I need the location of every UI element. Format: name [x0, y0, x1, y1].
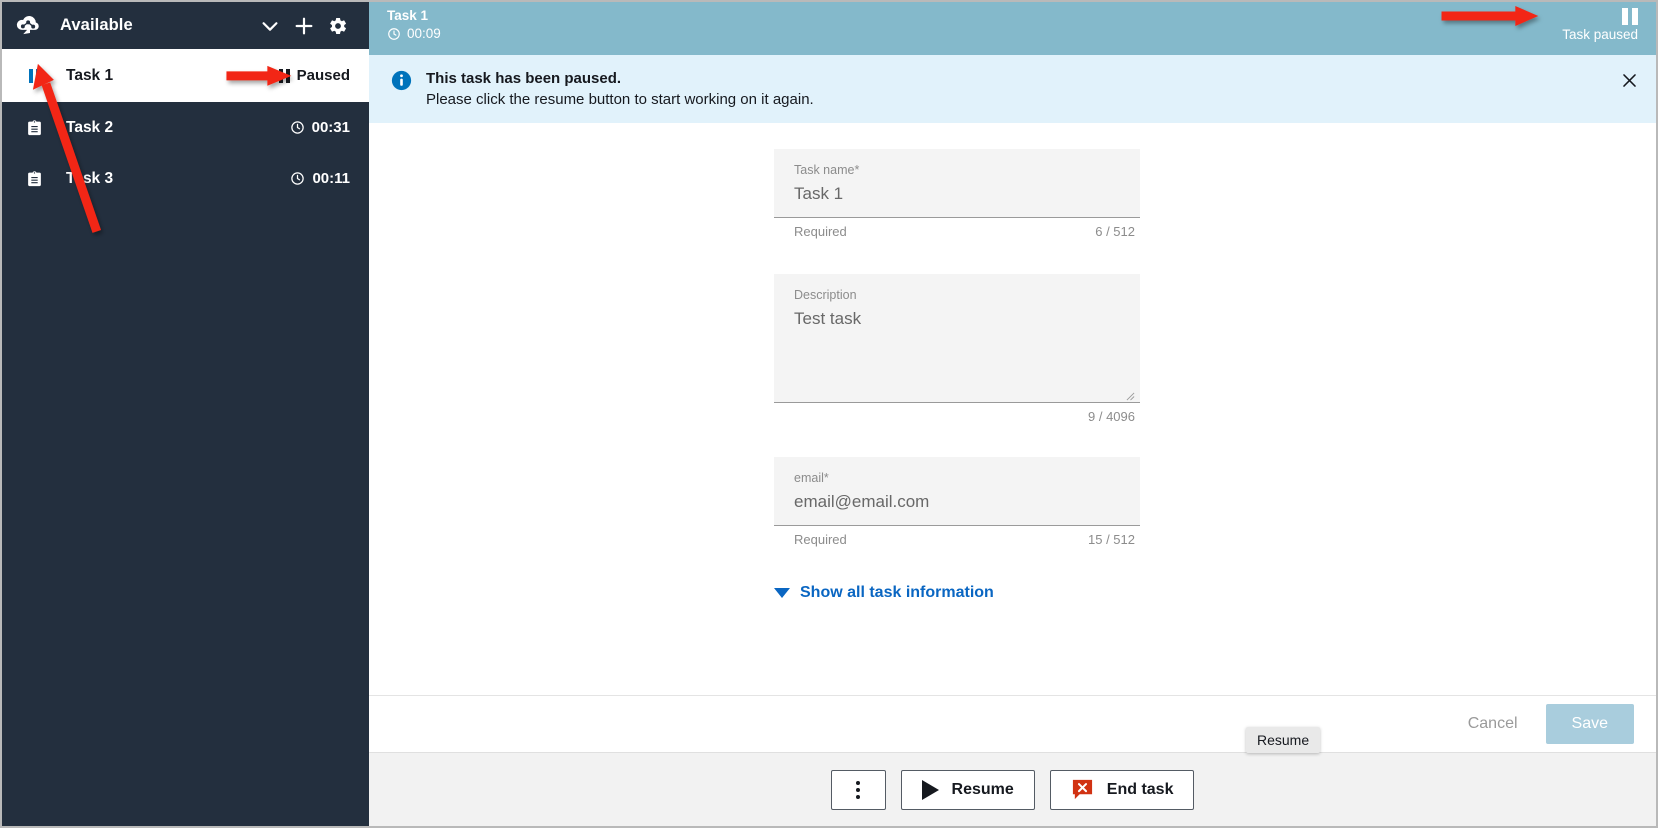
pause-icon: [278, 68, 290, 83]
resize-handle-icon[interactable]: [1126, 388, 1135, 401]
pause-icon: [22, 68, 46, 83]
resume-button-label: Resume: [951, 780, 1014, 798]
end-task-button[interactable]: End task: [1049, 769, 1195, 810]
elapsed-time-label: 00:09: [407, 26, 441, 41]
cloud-graph-logo-icon: [12, 11, 42, 41]
info-banner-title: This task has been paused.: [426, 70, 622, 87]
description-hints: 9 / 4096: [774, 403, 1140, 424]
email-hints: Required 15 / 512: [774, 526, 1140, 547]
more-actions-button[interactable]: [830, 769, 886, 810]
task-timer-label: 00:31: [311, 119, 350, 136]
task-name-required-hint: Required: [794, 224, 847, 239]
task-name-label: Task 1: [66, 66, 114, 84]
task-header-title: Task 1: [387, 8, 429, 23]
task-name-hints: Required 6 / 512: [774, 218, 1140, 239]
clock-icon: [290, 171, 305, 186]
resume-tooltip: Resume: [1246, 727, 1321, 753]
description-field[interactable]: Description Test task 9 / 4096: [774, 274, 1140, 424]
task-name-label: Task 3: [66, 169, 114, 187]
task-timer-label: 00:11: [312, 170, 350, 187]
task-name-field[interactable]: Task name* Task 1 Required 6 / 512: [774, 149, 1140, 239]
task-name-input[interactable]: Task name* Task 1: [774, 149, 1140, 218]
save-button[interactable]: Save: [1545, 704, 1634, 744]
task-list: Task 1 Paused Task 2 00:31 Task 3 00:11: [2, 49, 369, 826]
show-all-task-information-link[interactable]: Show all task information: [774, 584, 994, 602]
description-input[interactable]: Description Test task: [774, 274, 1140, 403]
task-name-counter: 6 / 512: [1095, 224, 1135, 239]
sidebar-header: Available: [2, 2, 369, 49]
action-bar: Resume Resume End task: [369, 727, 1656, 826]
task-paused-label: Task paused: [1562, 27, 1638, 42]
show-all-label: Show all task information: [800, 584, 994, 601]
info-circle-icon: [391, 70, 412, 96]
gear-icon[interactable]: [321, 9, 355, 43]
task-list-item-2[interactable]: Task 2 00:31: [2, 102, 369, 153]
task-name-label: Task name*: [794, 163, 860, 177]
caret-down-icon: [774, 588, 790, 598]
clipboard-icon: [22, 169, 46, 189]
application-window: Available Task 1 Paused Task 2 00:31 Tas…: [0, 0, 1658, 828]
plus-icon[interactable]: [287, 9, 321, 43]
task-header-status: Task paused: [1562, 7, 1638, 42]
clock-icon: [290, 120, 305, 135]
task-header-banner: Task 1 00:09 Task paused: [369, 2, 1656, 55]
field-gap: [774, 239, 1656, 274]
task-header-elapsed: 00:09: [387, 24, 441, 43]
task-name-value: Task 1: [794, 184, 844, 203]
email-required-hint: Required: [794, 532, 847, 547]
task-list-item-3[interactable]: Task 3 00:11: [2, 153, 369, 204]
kebab-menu-icon: [856, 780, 861, 799]
task-status: Paused: [278, 67, 350, 84]
end-task-icon: [1071, 778, 1094, 801]
resume-button[interactable]: Resume: [900, 769, 1035, 810]
play-icon: [921, 779, 939, 800]
agent-status-label: Available: [60, 16, 133, 34]
email-input[interactable]: email* email@email.com: [774, 457, 1140, 526]
email-counter: 15 / 512: [1088, 532, 1135, 547]
info-banner-subtitle: Please click the resume button to start …: [426, 91, 814, 108]
chevron-down-icon[interactable]: [253, 9, 287, 43]
description-counter: 9 / 4096: [1088, 409, 1135, 424]
cancel-button[interactable]: Cancel: [1452, 705, 1534, 743]
sidebar: Available Task 1 Paused Task 2 00:31 Tas…: [2, 2, 369, 826]
task-header-info: Task 1 00:09: [387, 7, 441, 43]
field-gap: [774, 424, 1656, 457]
task-status-label: Paused: [296, 67, 350, 84]
info-banner-text: This task has been paused. Please click …: [426, 68, 814, 111]
close-icon[interactable]: [1616, 67, 1642, 93]
email-value: email@email.com: [794, 492, 930, 511]
save-bar: Cancel Save: [369, 695, 1656, 752]
clock-icon: [387, 27, 401, 41]
pause-icon: [1622, 8, 1638, 25]
task-name-label: Task 2: [66, 118, 114, 136]
email-label: email*: [794, 471, 829, 485]
description-label: Description: [794, 288, 857, 302]
task-form: Task name* Task 1 Required 6 / 512 Descr…: [369, 123, 1656, 695]
description-value: Test task: [794, 309, 862, 328]
clipboard-icon: [22, 118, 46, 138]
email-field[interactable]: email* email@email.com Required 15 / 512: [774, 457, 1140, 547]
task-status: 00:11: [290, 170, 350, 187]
paused-info-banner: This task has been paused. Please click …: [369, 55, 1656, 123]
task-status: 00:31: [290, 119, 350, 136]
task-list-item-1[interactable]: Task 1 Paused: [2, 49, 369, 102]
end-task-button-label: End task: [1106, 780, 1174, 798]
main-panel: Task 1 00:09 Task paused This task has b…: [369, 2, 1656, 826]
